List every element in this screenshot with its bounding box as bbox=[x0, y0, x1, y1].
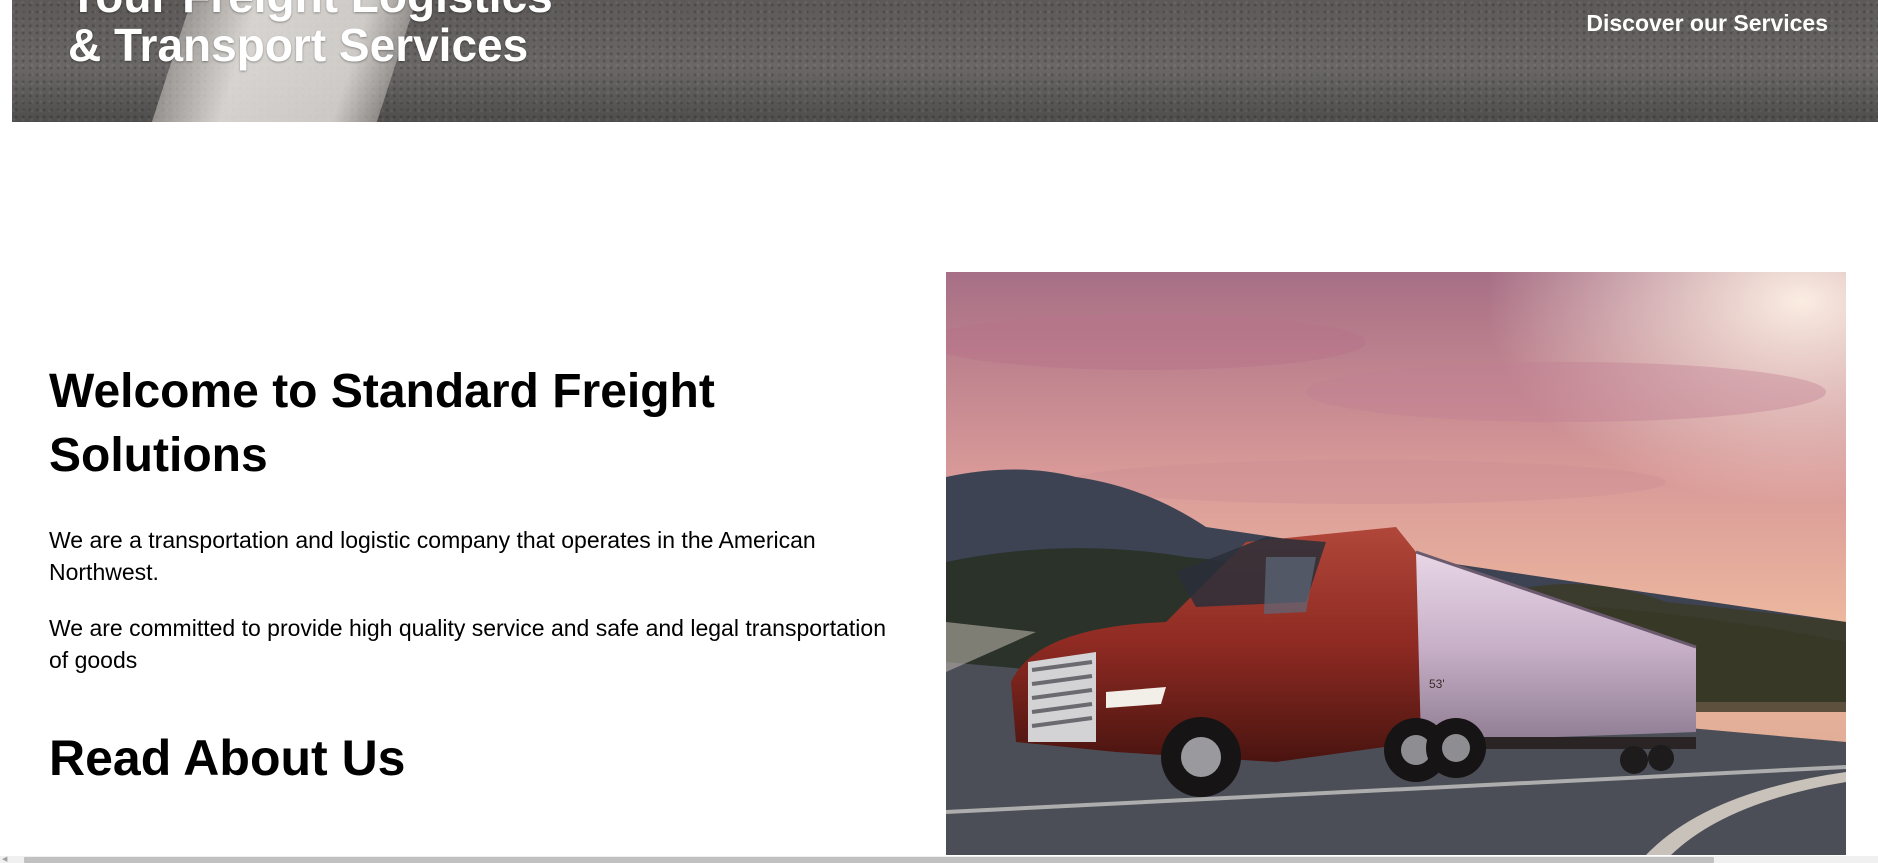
horizontal-scrollbar[interactable]: ◀ bbox=[0, 856, 1878, 863]
discover-services-link[interactable]: Discover our Services bbox=[1586, 10, 1828, 37]
hero-banner: Your Freight Logistics & Transport Servi… bbox=[12, 0, 1878, 122]
truck-photo: 53' bbox=[946, 272, 1846, 855]
intro-paragraph: We are a transportation and logistic com… bbox=[49, 527, 816, 585]
scroll-left-icon[interactable]: ◀ bbox=[2, 856, 12, 863]
commitment-paragraph: We are committed to provide high quality… bbox=[49, 615, 886, 673]
welcome-title: Welcome to Standard Freight Solutions bbox=[49, 365, 715, 482]
read-about-us-heading[interactable]: Read About Us bbox=[49, 728, 406, 788]
truck-illustration: 53' bbox=[946, 272, 1846, 855]
hero-title-line2: & Transport Services bbox=[68, 19, 529, 71]
scrollbar-thumb[interactable] bbox=[24, 857, 1714, 863]
trailer-label: 53' bbox=[1429, 677, 1445, 691]
